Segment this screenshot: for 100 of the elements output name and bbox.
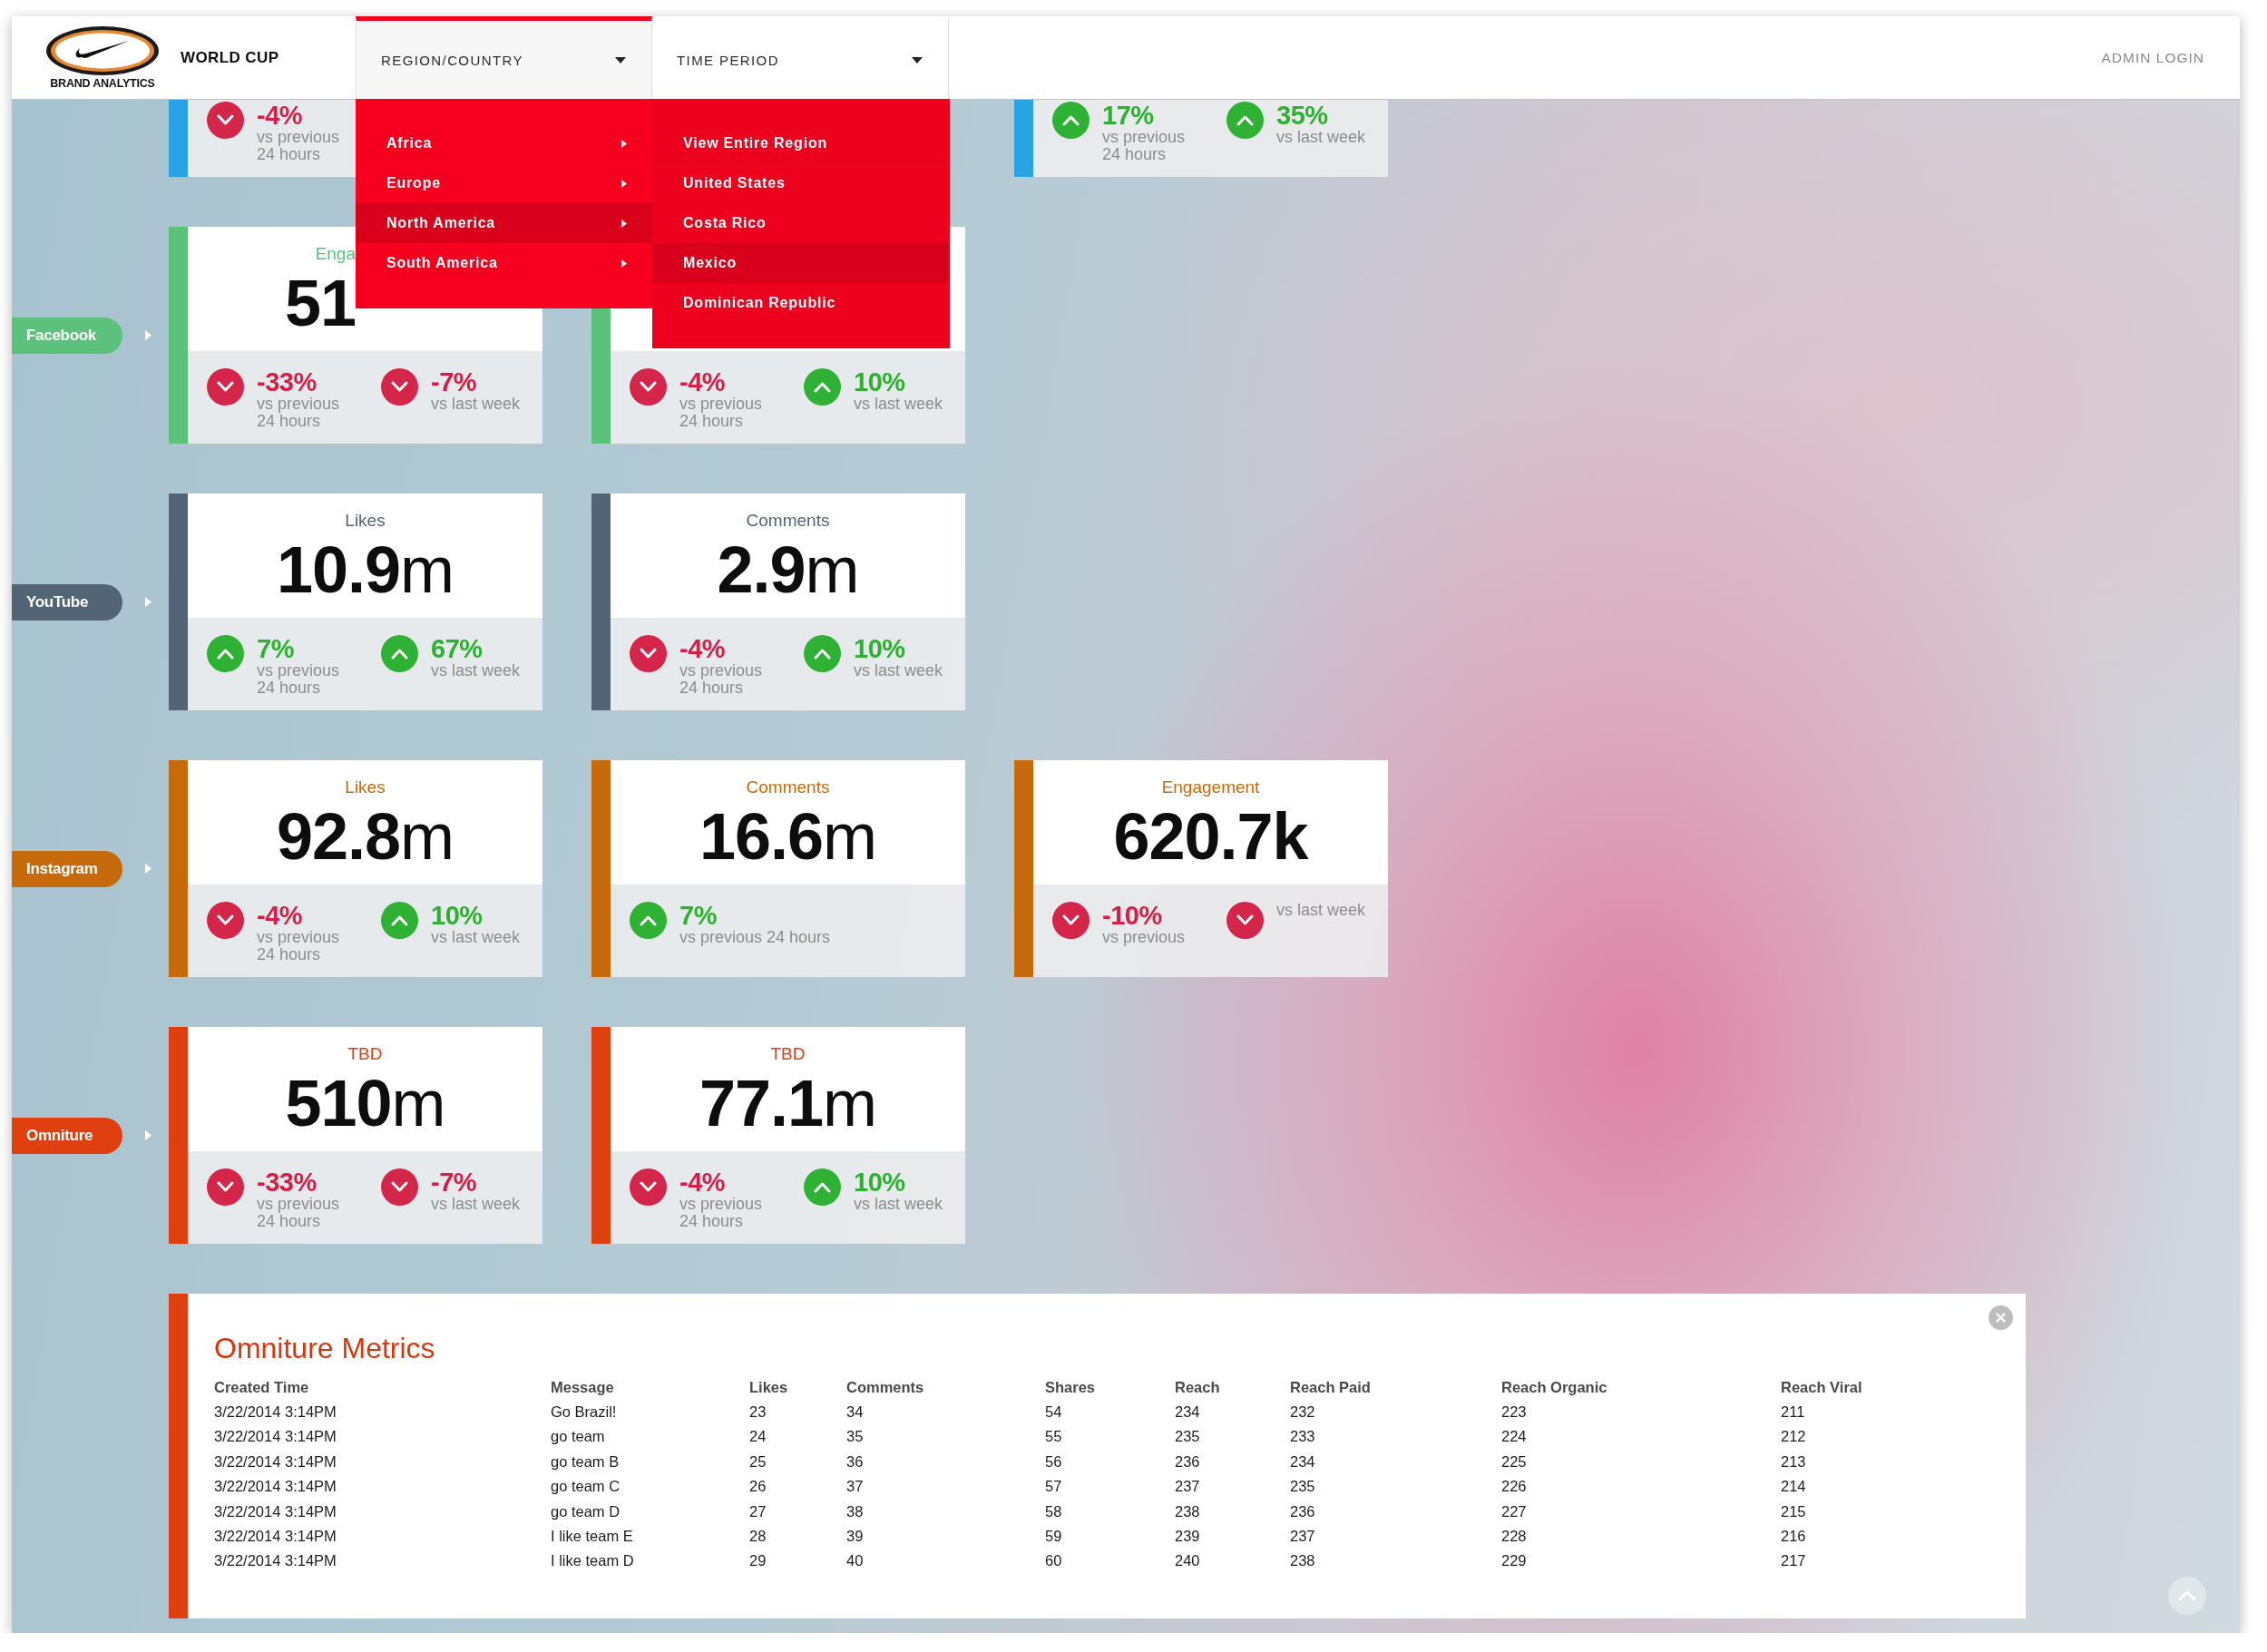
table-cell: 236 [1290,1499,1501,1525]
stat-note: vs previous 24 hours [1102,129,1187,163]
stat-note: vs previous 24 hours [679,1196,764,1230]
table-cell: 234 [1290,1449,1501,1475]
table-cell: go team [551,1424,749,1450]
table-cell: 223 [1501,1400,1781,1425]
stat-change: 35% [1276,102,1329,129]
table-cell: 226 [1501,1474,1781,1500]
channel-tab[interactable]: YouTube [12,583,122,621]
table-cell: 235 [1175,1424,1290,1450]
submenu-item[interactable]: United States [652,163,950,203]
stat-change: 17% [1102,102,1155,129]
stat-note: vs previous 24 hours [679,396,764,430]
table-cell: 57 [1045,1474,1175,1500]
stat-note: vs previous 24 hours [679,662,764,697]
table-cell-text: 217 [1781,1551,1807,1571]
channel-tab[interactable]: Instagram [12,850,122,887]
stat-note: vs previous 24 hours [257,1196,341,1230]
stat-note: vs previous 24 hours [257,129,341,163]
stat-change: 10% [854,635,906,662]
filter-dropdown[interactable]: REGION/COUNTRY [356,16,652,99]
table-cell: 35 [846,1424,1045,1450]
metric-title: Engagement [1161,777,1260,798]
caret-right-icon [145,597,151,607]
table-cell-text: 213 [1781,1452,1807,1471]
stat-note: vs last week [854,396,943,413]
table-cell: 3/22/2014 3:14PM [214,1424,551,1450]
metric-title: Likes [345,777,386,798]
chevron-up-icon [2178,1590,2196,1601]
table-cell: I like team D [551,1549,749,1574]
metric-value: 16.6m [699,800,877,873]
stat-change: 67% [431,635,484,662]
close-icon [1996,1313,2006,1323]
table-cell: 28 [749,1524,846,1549]
close-button[interactable] [1989,1305,2013,1330]
menu-item[interactable]: South America [356,243,652,283]
column-header: Shares [1045,1378,1097,1397]
submenu-item[interactable]: Dominican Republic [652,283,950,323]
table-cell: 229 [1501,1549,1781,1574]
column-header: Reach Organic [1501,1378,1608,1397]
submenu-item[interactable]: View Entire Region [652,123,950,163]
table-cell-text: 3/22/2014 3:14PM [214,1527,337,1547]
metric-title: Likes [345,510,386,532]
table-cell-text: 211 [1781,1403,1806,1422]
table-cell: 40 [846,1549,1045,1574]
stat-note: vs last week [431,396,521,413]
column-header: Likes [749,1375,846,1400]
column-header: Reach Paid [1290,1378,1372,1397]
stat-note: vs previous 24 hours [257,396,341,430]
table-cell: 3/22/2014 3:14PM [214,1449,551,1475]
table-cell: 3/22/2014 3:14PM [214,1400,551,1425]
scroll-top-button[interactable] [2168,1577,2206,1615]
table-cell: 58 [1045,1499,1175,1525]
table-cell: 23 [749,1400,846,1425]
caret-right-icon [621,179,627,188]
caret-right-icon [145,1130,151,1140]
caret-right-icon [621,259,627,268]
table-cell-text: 216 [1781,1527,1807,1547]
menu-item[interactable]: Africa [356,123,652,163]
menu-item[interactable]: North America [356,203,652,243]
column-header: Reach Viral [1781,1378,1863,1397]
stat-note: vs previous 24 hours [257,929,341,963]
table-cell: 37 [846,1474,1045,1500]
stat-note: vs last week [854,662,943,679]
table-cell: Go Brazil! [551,1400,749,1425]
stat-change: -4% [679,1168,727,1196]
table-cell: 239 [1175,1524,1290,1549]
table-cell: 39 [846,1524,1045,1549]
caret-down-icon [615,56,626,64]
submenu-item[interactable]: Mexico [652,243,950,283]
submenu-item[interactable]: Costa Rico [652,203,950,243]
table-cell: 234 [1175,1400,1290,1425]
stat-change: -4% [257,902,304,929]
caret-right-icon [621,219,627,228]
stat-change: 10% [854,1168,906,1196]
stat-note: vs last week [431,1196,521,1213]
table-cell: 24 [749,1424,846,1450]
table-cell: 237 [1290,1524,1501,1549]
table-cell: 36 [846,1449,1045,1475]
admin-login-link[interactable]: ADMIN LOGIN [2101,49,2204,66]
stat-change: 7% [257,635,295,662]
channel-tab[interactable]: Omniture [12,1117,122,1154]
table-cell-text: 214 [1781,1477,1807,1497]
metric-value: 620.7k [1113,800,1308,873]
table-cell: 235 [1290,1474,1501,1500]
table-cell: 26 [749,1474,846,1500]
table-cell: 38 [846,1499,1045,1525]
table-cell: 3/22/2014 3:14PM [214,1474,551,1500]
menu-item[interactable]: Europe [356,163,652,203]
metric-value: 77.1m [699,1067,877,1139]
table-cell: 25 [749,1449,846,1475]
stat-change: -33% [257,368,318,396]
table-cell: 55 [1045,1424,1175,1450]
metric-value: 2.9m [717,533,859,606]
metric-value: 92.8m [276,800,454,873]
table-cell: 232 [1290,1400,1501,1425]
logo-icon [45,24,160,76]
metric-title: TBD [770,1043,806,1065]
stat-note: vs last week [854,1196,943,1213]
table-cell: go team C [551,1474,749,1500]
